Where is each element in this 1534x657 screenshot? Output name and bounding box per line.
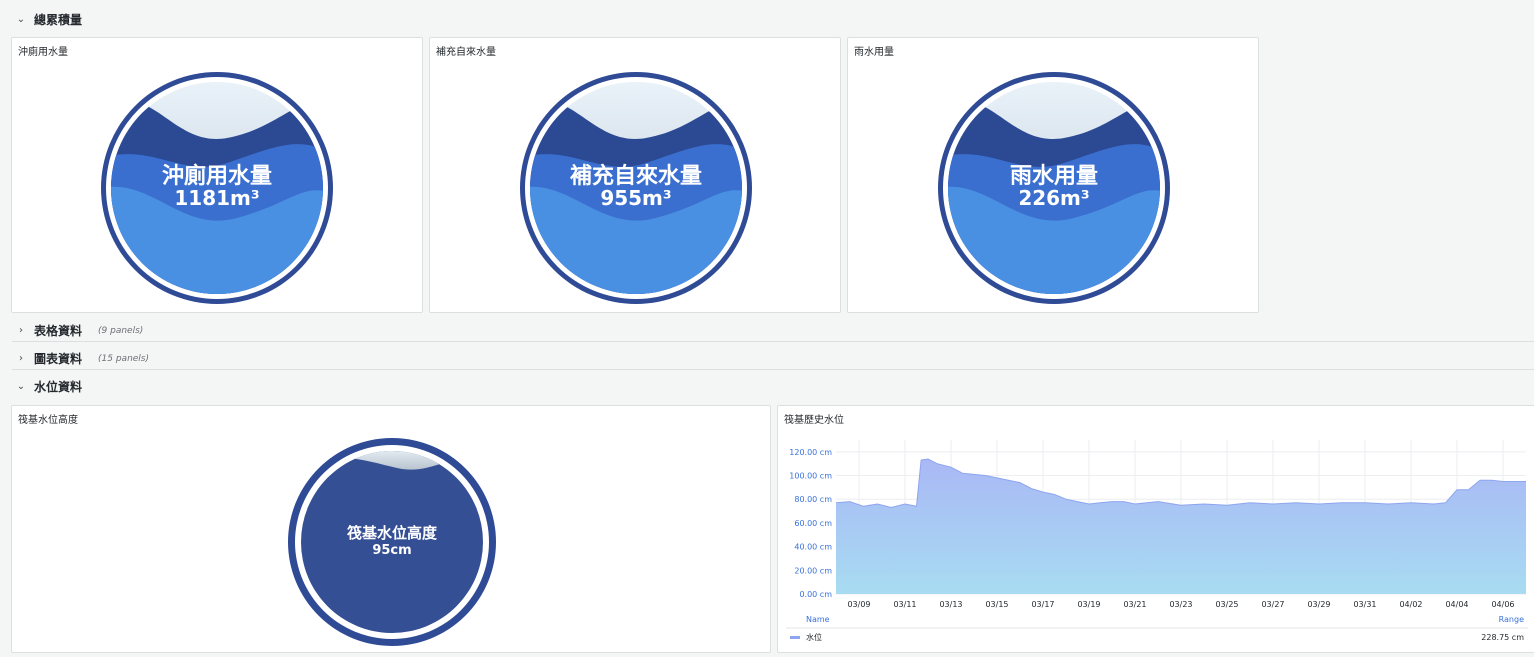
section-title: 水位資料 (34, 380, 83, 394)
y-tick-label: 120.00 cm (789, 448, 832, 457)
water-gauge: 雨水用量 226m³ (938, 72, 1170, 304)
x-tick-label: 04/02 (1399, 600, 1422, 609)
section-level-row[interactable]: ⌄ 水位資料 (0, 378, 82, 395)
history-panel: 筏基歷史水位 0.00 cm 20.00 cm 40.00 cm 60.00 cm 80… (777, 405, 1534, 653)
x-tick-label: 03/13 (939, 600, 962, 609)
y-tick-label: 100.00 cm (789, 472, 832, 481)
legend-range-value: 228.75 cm (1481, 633, 1524, 642)
x-tick-label: 03/23 (1169, 600, 1192, 609)
x-tick-label: 03/11 (893, 600, 916, 609)
section-total-row[interactable]: ⌄ 總累積量 (0, 11, 82, 28)
water-gauge: 沖廁用水量 1181m³ (101, 72, 333, 304)
divider (12, 341, 1534, 342)
chevron-right-icon: › (19, 325, 23, 336)
x-tick-label: 03/27 (1261, 600, 1284, 609)
x-tick-label: 04/04 (1445, 600, 1468, 609)
gauge-value: 1181m³ (174, 186, 259, 210)
divider (12, 369, 1534, 370)
gauge-panel-tapwater: 補充自來水量 補充自來水量 955m³ (429, 37, 841, 313)
gauge-label: 筏基水位高度 (347, 524, 438, 542)
history-chart[interactable]: 0.00 cm 20.00 cm 40.00 cm 60.00 cm 80.00 cm 1… (778, 406, 1534, 653)
legend-range-header[interactable]: Range (1499, 615, 1524, 624)
raft-level-panel: 筏基水位高度 筏基水位高度 95cm (11, 405, 771, 653)
gauge-value: 95cm (372, 543, 411, 558)
gauge-value: 955m³ (600, 186, 671, 210)
legend-name-header[interactable]: Name (806, 615, 830, 624)
y-tick-label: 40.00 cm (794, 543, 832, 552)
x-tick-label: 03/17 (1031, 600, 1054, 609)
panel-count: (15 panels) (98, 353, 150, 364)
legend-series-name[interactable]: 水位 (806, 632, 822, 642)
y-tick-label: 0.00 cm (799, 590, 832, 599)
y-tick-label: 20.00 cm (794, 566, 832, 575)
gauge-panel-rainwater: 雨水用量 雨水用量 226m³ (847, 37, 1259, 313)
gauge-panel-flush: 沖廁用水量 沖廁用水量 1181m³ (11, 37, 423, 313)
x-tick-label: 03/15 (985, 600, 1008, 609)
chevron-right-icon: › (19, 353, 23, 364)
water-gauge: 補充自來水量 955m³ (520, 72, 752, 304)
section-title: 表格資料 (34, 324, 83, 338)
x-tick-label: 03/29 (1307, 600, 1330, 609)
x-tick-label: 03/21 (1123, 600, 1146, 609)
section-chart-row[interactable]: › 圖表資料 (15 panels) (0, 350, 149, 367)
chevron-down-icon: ⌄ (16, 381, 26, 392)
y-tick-label: 80.00 cm (794, 495, 832, 504)
chevron-down-icon: ⌄ (16, 14, 26, 25)
x-tick-label: 03/09 (847, 600, 870, 609)
legend-swatch (790, 636, 800, 639)
section-title: 總累積量 (34, 13, 83, 27)
x-tick-label: 04/06 (1491, 600, 1514, 609)
x-tick-label: 03/19 (1077, 600, 1100, 609)
x-tick-label: 03/25 (1215, 600, 1238, 609)
section-title: 圖表資料 (34, 352, 83, 366)
panel-count: (9 panels) (98, 325, 144, 336)
x-tick-label: 03/31 (1353, 600, 1376, 609)
y-tick-label: 60.00 cm (794, 519, 832, 528)
gauge-value: 226m³ (1018, 186, 1089, 210)
water-gauge: 筏基水位高度 95cm (288, 438, 496, 646)
section-table-row[interactable]: › 表格資料 (9 panels) (0, 322, 143, 339)
